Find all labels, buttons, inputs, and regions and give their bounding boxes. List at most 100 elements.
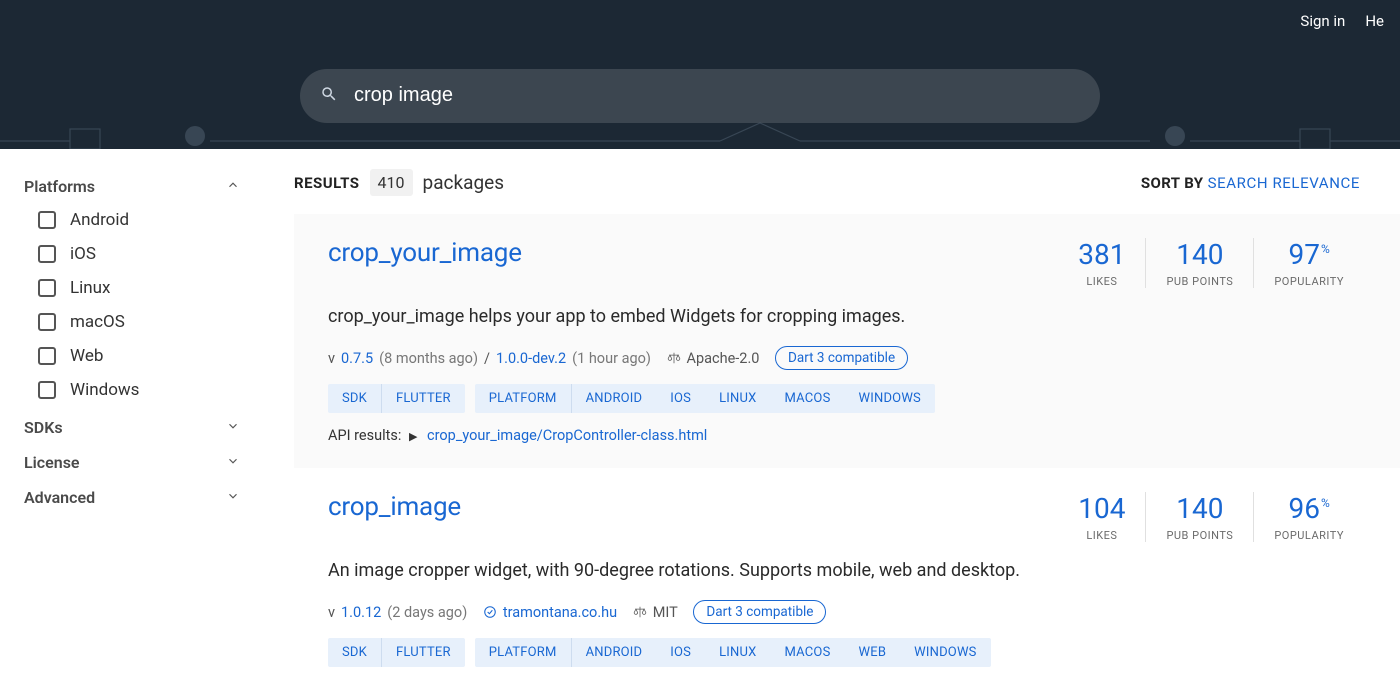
tag-item-flutter[interactable]: FLUTTER — [382, 384, 465, 413]
filter-header-platforms[interactable]: Platforms — [24, 169, 260, 204]
version-prefix: v — [328, 350, 335, 367]
tag-header: PLATFORM — [475, 384, 572, 413]
checkbox-icon — [38, 347, 56, 365]
api-result-link[interactable]: crop_your_image/CropController-class.htm… — [427, 427, 707, 444]
sort-by-label: SORT BY — [1141, 174, 1204, 192]
tag-item-android[interactable]: ANDROID — [572, 638, 657, 667]
platform-macos[interactable]: macOS — [38, 312, 260, 332]
results-suffix: packages — [423, 171, 504, 194]
topbar: Sign in He — [0, 0, 1400, 42]
version-prefix: v — [328, 604, 335, 621]
score-value: 97% — [1274, 238, 1344, 271]
filter-header-sdks[interactable]: SDKs — [24, 410, 260, 445]
version-link[interactable]: 1.0.12 — [341, 604, 381, 621]
content: RESULTS 410 packages SORT BY SEARCH RELE… — [260, 149, 1400, 691]
help-link[interactable]: He — [1365, 12, 1384, 30]
results-bar: RESULTS 410 packages SORT BY SEARCH RELE… — [294, 169, 1400, 214]
tag-header: PLATFORM — [475, 638, 572, 667]
version-age: (8 months ago) — [379, 350, 478, 367]
checkbox-icon — [38, 279, 56, 297]
platform-label: Linux — [70, 278, 110, 298]
checkbox-icon — [38, 211, 56, 229]
score-label: POPULARITY — [1274, 275, 1344, 288]
tag-item-android[interactable]: ANDROID — [572, 384, 657, 413]
meta-sep: / — [484, 350, 490, 367]
filter-header-license[interactable]: License — [24, 445, 260, 480]
platform-linux[interactable]: Linux — [38, 278, 260, 298]
dart3-badge: Dart 3 compatible — [693, 600, 826, 624]
sort-by[interactable]: SORT BY SEARCH RELEVANCE — [1141, 174, 1360, 192]
sign-in-link[interactable]: Sign in — [1300, 12, 1345, 30]
dart3-badge: Dart 3 compatible — [775, 346, 908, 370]
platform-android[interactable]: Android — [38, 210, 260, 230]
score-popularity[interactable]: 97% POPULARITY — [1253, 238, 1364, 288]
tag-item-flutter[interactable]: FLUTTER — [382, 638, 465, 667]
package-meta: v 1.0.12 (2 days ago) tramontana.co.hu M… — [328, 600, 1364, 624]
api-results: API results: ▶ crop_your_image/CropContr… — [328, 427, 1364, 444]
platform-label: iOS — [70, 244, 96, 264]
search-icon — [320, 85, 338, 107]
version-link[interactable]: 0.7.5 — [341, 350, 373, 367]
sidebar: Platforms Android iOS Linux macOS Web Wi… — [0, 149, 260, 691]
tag-item-ios[interactable]: IOS — [656, 638, 705, 667]
score-likes[interactable]: 381 LIKES — [1058, 238, 1145, 288]
platform-label: Android — [70, 210, 129, 230]
filter-title-platforms: Platforms — [24, 177, 95, 196]
tag-header: SDK — [328, 384, 382, 413]
tag-item-linux[interactable]: LINUX — [705, 638, 770, 667]
score-likes[interactable]: 104 LIKES — [1058, 492, 1145, 542]
score-label: PUB POINTS — [1166, 275, 1233, 288]
score-popularity[interactable]: 96% POPULARITY — [1253, 492, 1364, 542]
platforms-list: Android iOS Linux macOS Web Windows — [24, 204, 260, 410]
score-value: 140 — [1166, 492, 1233, 525]
api-results-label: API results: — [328, 427, 401, 444]
score-label: LIKES — [1078, 275, 1125, 288]
publisher-link[interactable]: tramontana.co.hu — [503, 604, 617, 621]
checkbox-icon — [38, 381, 56, 399]
results-left: RESULTS 410 packages — [294, 169, 504, 196]
package-title-link[interactable]: crop_image — [328, 492, 461, 522]
tag-item-linux[interactable]: LINUX — [705, 384, 770, 413]
tag-group-platform: PLATFORM ANDROID IOS LINUX MACOS WEB WIN… — [475, 638, 991, 667]
tag-item-windows[interactable]: WINDOWS — [900, 638, 990, 667]
package-title-link[interactable]: crop_your_image — [328, 238, 522, 268]
score-pubpoints[interactable]: 140 PUB POINTS — [1145, 492, 1253, 542]
search-input[interactable] — [352, 83, 1080, 108]
tag-item-windows[interactable]: WINDOWS — [845, 384, 935, 413]
score-value: 140 — [1166, 238, 1233, 271]
chevron-down-icon — [226, 418, 240, 437]
scores: 104 LIKES 140 PUB POINTS 96% POPULARITY — [1058, 492, 1364, 542]
chevron-up-icon — [226, 177, 240, 196]
scores: 381 LIKES 140 PUB POINTS 97% POPULARITY — [1058, 238, 1364, 288]
score-value: 381 — [1078, 238, 1125, 271]
search-hero — [0, 42, 1400, 149]
chevron-down-icon — [226, 453, 240, 472]
tag-item-macos[interactable]: MACOS — [771, 638, 845, 667]
tag-item-macos[interactable]: MACOS — [771, 384, 845, 413]
prerelease-link[interactable]: 1.0.0-dev.2 — [496, 350, 566, 367]
package-meta: v 0.7.5 (8 months ago) / 1.0.0-dev.2 (1 … — [328, 346, 1364, 370]
score-label: PUB POINTS — [1166, 529, 1233, 542]
score-label: POPULARITY — [1274, 529, 1344, 542]
tag-item-ios[interactable]: IOS — [656, 384, 705, 413]
package-top: crop_image 104 LIKES 140 PUB POINTS 96% … — [328, 492, 1364, 542]
license-icon — [633, 604, 647, 621]
tag-item-web[interactable]: WEB — [845, 638, 901, 667]
platform-web[interactable]: Web — [38, 346, 260, 366]
score-pubpoints[interactable]: 140 PUB POINTS — [1145, 238, 1253, 288]
checkbox-icon — [38, 313, 56, 331]
platform-ios[interactable]: iOS — [38, 244, 260, 264]
filter-header-advanced[interactable]: Advanced — [24, 480, 260, 515]
score-value: 96% — [1274, 492, 1344, 525]
platform-windows[interactable]: Windows — [38, 380, 260, 400]
tag-group-sdk: SDK FLUTTER — [328, 638, 465, 667]
sort-by-value: SEARCH RELEVANCE — [1208, 174, 1360, 192]
filter-title-license: License — [24, 453, 80, 472]
results-label: RESULTS — [294, 174, 360, 192]
platform-label: Web — [70, 346, 103, 366]
tag-group-sdk: SDK FLUTTER — [328, 384, 465, 413]
checkbox-icon — [38, 245, 56, 263]
filter-title-sdks: SDKs — [24, 418, 63, 437]
score-value: 104 — [1078, 492, 1125, 525]
platform-label: macOS — [70, 312, 125, 332]
